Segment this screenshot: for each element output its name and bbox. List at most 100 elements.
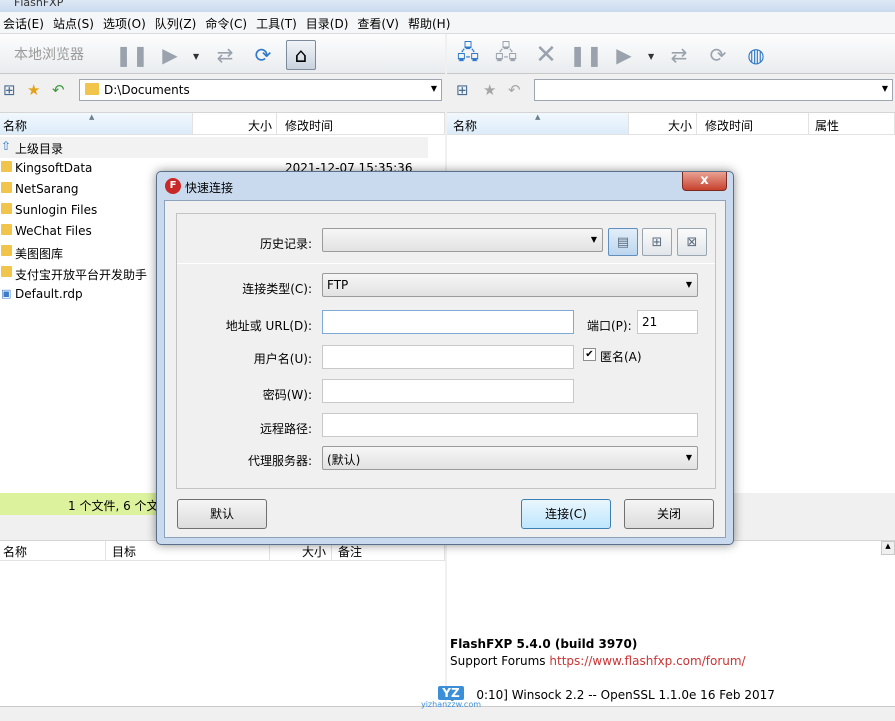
chevron-down-icon[interactable]: ▼ [686, 280, 692, 289]
folder-icon [1, 245, 12, 256]
column-attributes[interactable]: 属性 [809, 113, 895, 135]
folder-icon [1, 203, 12, 214]
disconnect-icon[interactable]: 🖧 [491, 40, 521, 70]
default-button[interactable]: 默认 [177, 499, 267, 529]
menu-options[interactable]: 选项(O) [100, 12, 152, 32]
connection-settings-group: 历史记录: ▼ ▤ ⊞ ⊠ 连接类型(C): FTP ▼ 地址或 URL(D):… [176, 213, 716, 489]
dialog-body: 历史记录: ▼ ▤ ⊞ ⊠ 连接类型(C): FTP ▼ 地址或 URL(D):… [164, 200, 726, 538]
watermark-url: yizhanzzw.com [420, 700, 482, 709]
column-name[interactable]: 名称 ▲ [0, 113, 193, 135]
tree-view-icon[interactable]: ⊞ [3, 81, 16, 99]
column-size[interactable]: 大小 [193, 113, 277, 135]
folder-icon [1, 224, 12, 235]
chevron-down-icon[interactable]: ▼ [882, 84, 888, 93]
local-browser-label[interactable]: 本地浏览器 [14, 44, 84, 64]
password-label: 密码(W): [262, 388, 312, 402]
transfer-icon[interactable]: ⇄ [664, 40, 694, 70]
add-entry-icon: ⊞ [651, 234, 663, 250]
transfer-icon[interactable]: ⇄ [210, 40, 240, 70]
column-size[interactable]: 大小 [629, 113, 697, 135]
folder-icon [85, 83, 99, 95]
chevron-down-icon[interactable]: ▼ [591, 235, 597, 244]
watermark-logo: YZ [438, 686, 464, 700]
menu-directory[interactable]: 目录(D) [303, 12, 355, 32]
history-add-button[interactable]: ⊞ [642, 228, 672, 256]
folder-icon [1, 182, 12, 193]
local-status-text: 1 个文件, 6 个文 [68, 499, 159, 513]
support-forum-link[interactable]: https://www.flashfxp.com/forum/ [549, 654, 745, 668]
up-directory-icon[interactable]: ↶ [52, 81, 65, 99]
history-delete-button[interactable]: ⊠ [677, 228, 707, 256]
port-input[interactable]: 21 [637, 310, 698, 334]
menu-help[interactable]: 帮助(H) [405, 12, 456, 32]
history-label: 历史记录: [259, 237, 312, 251]
local-path-input[interactable]: D:\Documents ▼ [79, 79, 442, 101]
checkmark-icon: ✔ [585, 349, 594, 360]
pause-icon[interactable]: ❚❚ [569, 40, 603, 70]
menu-view[interactable]: 查看(V) [354, 12, 405, 32]
remote-path-input[interactable]: ▼ [534, 79, 893, 101]
quick-connect-dialog: F 快速连接 x 历史记录: ▼ ▤ ⊞ ⊠ 连接类型(C): FTP ▼ 地址… [156, 171, 734, 545]
divider [177, 263, 715, 264]
play-dropdown-icon[interactable]: ▼ [193, 52, 199, 61]
column-modified[interactable]: 修改时间 [697, 113, 809, 135]
chevron-down-icon[interactable]: ▼ [431, 84, 437, 93]
transfer-queue[interactable]: 名称 目标 大小 备注 [0, 540, 445, 710]
list-item[interactable]: ⇧ 上级目录 [0, 137, 428, 158]
watermark: YZ yizhanzzw.com [412, 686, 490, 718]
tree-view-icon[interactable]: ⊞ [456, 81, 469, 99]
connect-button[interactable]: 连接(C) [521, 499, 611, 529]
play-dropdown-icon[interactable]: ▼ [648, 52, 654, 61]
log-version-line: FlashFXP 5.4.0 (build 3970) [450, 637, 638, 651]
parent-directory-icon: ⇧ [1, 139, 12, 153]
favorites-star-icon[interactable]: ★ [27, 81, 40, 99]
log-winsock-line: [20:10] Winsock 2.2 -- OpenSSL 1.1.0e 16… [450, 688, 775, 702]
password-input[interactable] [322, 379, 574, 403]
folder-icon [1, 266, 12, 277]
log-support-line: Support Forums https://www.flashfxp.com/… [450, 654, 746, 668]
anonymous-checkbox[interactable]: ✔ [583, 348, 596, 361]
history-select[interactable]: ▼ [322, 228, 603, 252]
local-path-value: D:\Documents [104, 83, 190, 97]
close-button[interactable]: 关闭 [624, 499, 714, 529]
remote-path-input[interactable] [322, 413, 698, 437]
column-name[interactable]: 名称 ▲ [447, 113, 629, 135]
username-input[interactable] [322, 345, 574, 369]
port-label: 端口(P): [587, 319, 632, 333]
anonymous-label[interactable]: 匿名(A) [600, 348, 642, 365]
queue-column-name[interactable]: 名称 [0, 541, 106, 561]
connect-icon[interactable]: 🖧 [453, 40, 483, 70]
globe-icon[interactable]: ◍ [741, 40, 771, 70]
folder-icon [1, 161, 12, 172]
refresh-icon[interactable]: ⟳ [248, 40, 278, 70]
up-directory-icon[interactable]: ↶ [508, 81, 521, 99]
close-icon[interactable]: x [682, 172, 727, 191]
play-icon[interactable]: ▶ [155, 40, 185, 70]
menu-commands[interactable]: 命令(C) [202, 12, 253, 32]
menu-session[interactable]: 会话(E) [0, 12, 50, 32]
list-icon: ▤ [616, 234, 630, 250]
play-icon[interactable]: ▶ [609, 40, 639, 70]
column-modified[interactable]: 修改时间 [277, 113, 445, 135]
abort-icon[interactable]: ✕ [531, 40, 561, 70]
connection-type-select[interactable]: FTP ▼ [322, 273, 698, 297]
delete-entry-icon: ⊠ [686, 234, 698, 250]
remote-toolbar: 🖧 🖧 ✕ ❚❚ ▶ ▼ ⇄ ⟳ ◍ [447, 34, 895, 74]
refresh-icon[interactable]: ⟳ [703, 40, 733, 70]
menu-sites[interactable]: 站点(S) [50, 12, 100, 32]
history-list-button[interactable]: ▤ [608, 228, 638, 256]
menu-queue[interactable]: 队列(Z) [152, 12, 203, 32]
dialog-titlebar[interactable]: F 快速连接 x [157, 172, 733, 200]
rdp-file-icon: ▣ [1, 287, 12, 300]
home-icon[interactable]: ⌂ [286, 40, 316, 70]
scroll-up-icon[interactable]: ▲ [881, 541, 895, 555]
remote-path-label: 远程路径: [259, 422, 312, 436]
address-label: 地址或 URL(D): [225, 319, 312, 333]
pause-icon[interactable]: ❚❚ [115, 40, 149, 70]
chevron-down-icon[interactable]: ▼ [686, 453, 692, 462]
flashfxp-logo-icon: F [165, 178, 181, 194]
favorites-star-icon[interactable]: ★ [483, 81, 496, 99]
menu-tools[interactable]: 工具(T) [253, 12, 303, 32]
address-input[interactable] [322, 310, 574, 334]
proxy-select[interactable]: (默认) ▼ [322, 446, 698, 470]
